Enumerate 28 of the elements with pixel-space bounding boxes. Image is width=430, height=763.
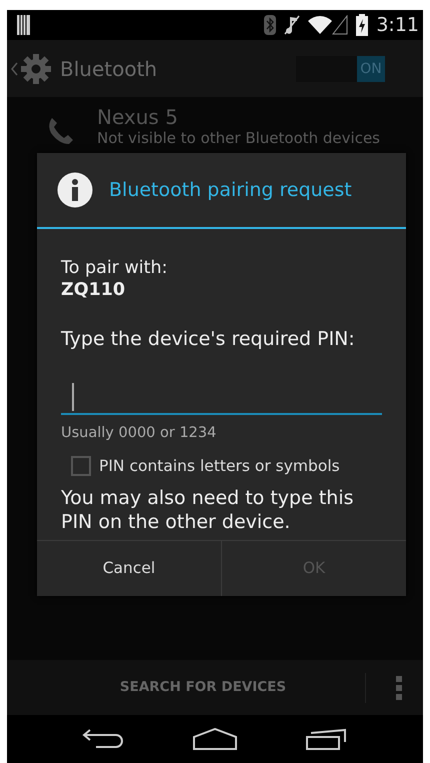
signal-icon <box>332 15 348 35</box>
mute-icon <box>284 15 300 35</box>
notification-icon <box>17 15 30 35</box>
pin-note: You may also need to type this PIN on the other device. <box>61 486 354 534</box>
pin-hint: Usually 0000 or 1234 <box>61 424 218 443</box>
back-caret-icon[interactable] <box>11 62 18 76</box>
wifi-icon <box>308 15 332 35</box>
status-time: 3:11 <box>376 16 419 34</box>
device-status: Not visible to other Bluetooth devices <box>97 129 380 147</box>
dialog-title: Bluetooth pairing request <box>109 178 352 203</box>
bluetooth-icon <box>264 15 276 35</box>
pin-prompt: Type the device's required PIN: <box>61 327 356 351</box>
checkbox[interactable] <box>71 456 91 476</box>
text-cursor <box>72 383 74 411</box>
screen-title: Bluetooth <box>60 56 158 82</box>
back-icon[interactable] <box>82 728 124 750</box>
recents-icon[interactable] <box>306 728 348 750</box>
device-name[interactable]: Nexus 5 <box>97 105 380 129</box>
pair-label: To pair with: <box>61 257 168 279</box>
checkbox-label: PIN contains letters or symbols <box>99 456 340 477</box>
overflow-menu-icon[interactable] <box>396 676 402 700</box>
battery-icon <box>356 14 368 36</box>
home-icon[interactable] <box>192 728 237 750</box>
device-name: ZQ110 <box>61 279 126 301</box>
dialog-button[interactable]: Cancel <box>37 541 221 596</box>
settings-icon[interactable] <box>20 52 52 84</box>
phone-icon <box>47 117 73 145</box>
info-icon <box>57 172 93 208</box>
